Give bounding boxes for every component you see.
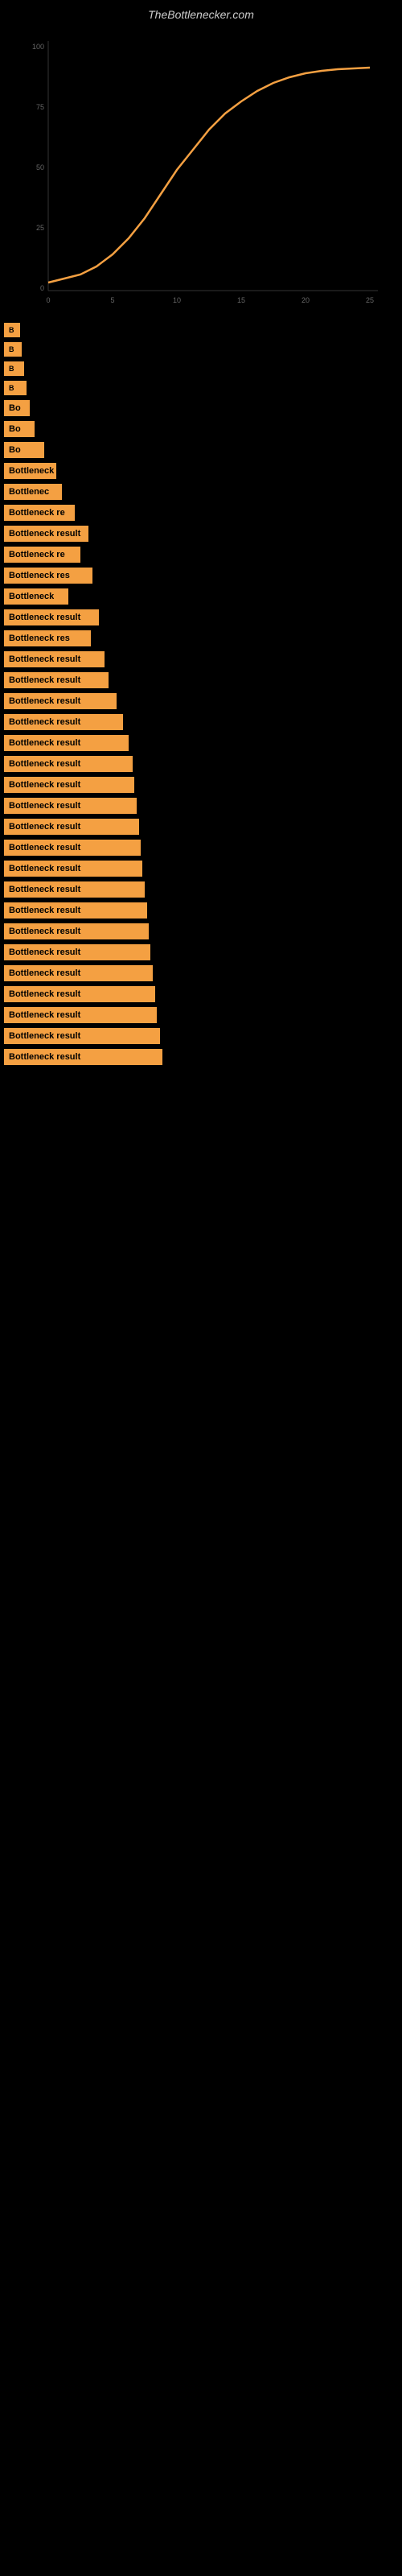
chart-area: 0 5 10 15 20 25 0 25 50 75 100 (16, 33, 386, 315)
result-label-30: Bottleneck result (4, 944, 150, 960)
result-label-19: Bottleneck result (4, 714, 123, 730)
result-item-25: Bottleneck result (0, 840, 402, 856)
result-label-8: Bottlenec (4, 484, 62, 500)
result-label-1: B (4, 342, 22, 357)
result-item-16: Bottleneck result (0, 651, 402, 667)
result-label-28: Bottleneck result (4, 902, 147, 919)
result-item-8: Bottlenec (0, 484, 402, 500)
result-label-23: Bottleneck result (4, 798, 137, 814)
result-item-10: Bottleneck result (0, 526, 402, 542)
result-label-11: Bottleneck re (4, 547, 80, 563)
site-title: TheBottlenecker.com (0, 0, 402, 25)
svg-text:0: 0 (40, 284, 44, 292)
result-item-18: Bottleneck result (0, 693, 402, 709)
result-item-14: Bottleneck result (0, 609, 402, 625)
result-label-35: Bottleneck result (4, 1049, 162, 1065)
result-item-12: Bottleneck res (0, 568, 402, 584)
result-label-32: Bottleneck result (4, 986, 155, 1002)
svg-text:25: 25 (366, 296, 374, 304)
result-label-27: Bottleneck result (4, 881, 145, 898)
result-item-4: Bo (0, 400, 402, 416)
result-item-23: Bottleneck result (0, 798, 402, 814)
result-item-27: Bottleneck result (0, 881, 402, 898)
result-label-26: Bottleneck result (4, 861, 142, 877)
result-item-13: Bottleneck (0, 588, 402, 605)
result-label-2: B (4, 361, 24, 376)
svg-text:5: 5 (110, 296, 114, 304)
result-item-30: Bottleneck result (0, 944, 402, 960)
svg-text:100: 100 (32, 43, 44, 51)
result-item-5: Bo (0, 421, 402, 437)
result-item-0: B (0, 323, 402, 337)
svg-text:0: 0 (46, 296, 50, 304)
result-label-21: Bottleneck result (4, 756, 133, 772)
result-item-21: Bottleneck result (0, 756, 402, 772)
svg-text:25: 25 (36, 224, 44, 232)
results-container: BBBBBoBoBoBottleneck rBottlenecBottlenec… (0, 323, 402, 1086)
svg-text:50: 50 (36, 163, 44, 171)
result-label-22: Bottleneck result (4, 777, 134, 793)
result-label-6: Bo (4, 442, 44, 458)
result-item-34: Bottleneck result (0, 1028, 402, 1044)
result-label-10: Bottleneck result (4, 526, 88, 542)
result-item-33: Bottleneck result (0, 1007, 402, 1023)
result-item-24: Bottleneck result (0, 819, 402, 835)
result-item-17: Bottleneck result (0, 672, 402, 688)
result-label-33: Bottleneck result (4, 1007, 157, 1023)
result-label-5: Bo (4, 421, 35, 437)
result-label-31: Bottleneck result (4, 965, 153, 981)
result-item-6: Bo (0, 442, 402, 458)
result-item-20: Bottleneck result (0, 735, 402, 751)
svg-text:10: 10 (173, 296, 181, 304)
result-label-13: Bottleneck (4, 588, 68, 605)
result-label-14: Bottleneck result (4, 609, 99, 625)
result-label-3: B (4, 381, 27, 395)
result-item-29: Bottleneck result (0, 923, 402, 939)
result-label-0: B (4, 323, 20, 337)
result-item-32: Bottleneck result (0, 986, 402, 1002)
result-label-18: Bottleneck result (4, 693, 117, 709)
result-item-2: B (0, 361, 402, 376)
result-item-11: Bottleneck re (0, 547, 402, 563)
result-item-31: Bottleneck result (0, 965, 402, 981)
svg-text:15: 15 (237, 296, 245, 304)
result-label-16: Bottleneck result (4, 651, 105, 667)
svg-text:20: 20 (302, 296, 310, 304)
svg-text:75: 75 (36, 103, 44, 111)
result-item-1: B (0, 342, 402, 357)
result-label-20: Bottleneck result (4, 735, 129, 751)
result-item-19: Bottleneck result (0, 714, 402, 730)
result-label-12: Bottleneck res (4, 568, 92, 584)
result-item-15: Bottleneck res (0, 630, 402, 646)
result-item-9: Bottleneck re (0, 505, 402, 521)
result-label-4: Bo (4, 400, 30, 416)
result-label-25: Bottleneck result (4, 840, 141, 856)
result-item-3: B (0, 381, 402, 395)
result-label-29: Bottleneck result (4, 923, 149, 939)
result-item-26: Bottleneck result (0, 861, 402, 877)
result-label-17: Bottleneck result (4, 672, 109, 688)
result-item-22: Bottleneck result (0, 777, 402, 793)
result-label-7: Bottleneck r (4, 463, 56, 479)
result-label-24: Bottleneck result (4, 819, 139, 835)
result-label-15: Bottleneck res (4, 630, 91, 646)
result-item-35: Bottleneck result (0, 1049, 402, 1065)
result-label-34: Bottleneck result (4, 1028, 160, 1044)
result-item-28: Bottleneck result (0, 902, 402, 919)
result-item-7: Bottleneck r (0, 463, 402, 479)
result-label-9: Bottleneck re (4, 505, 75, 521)
